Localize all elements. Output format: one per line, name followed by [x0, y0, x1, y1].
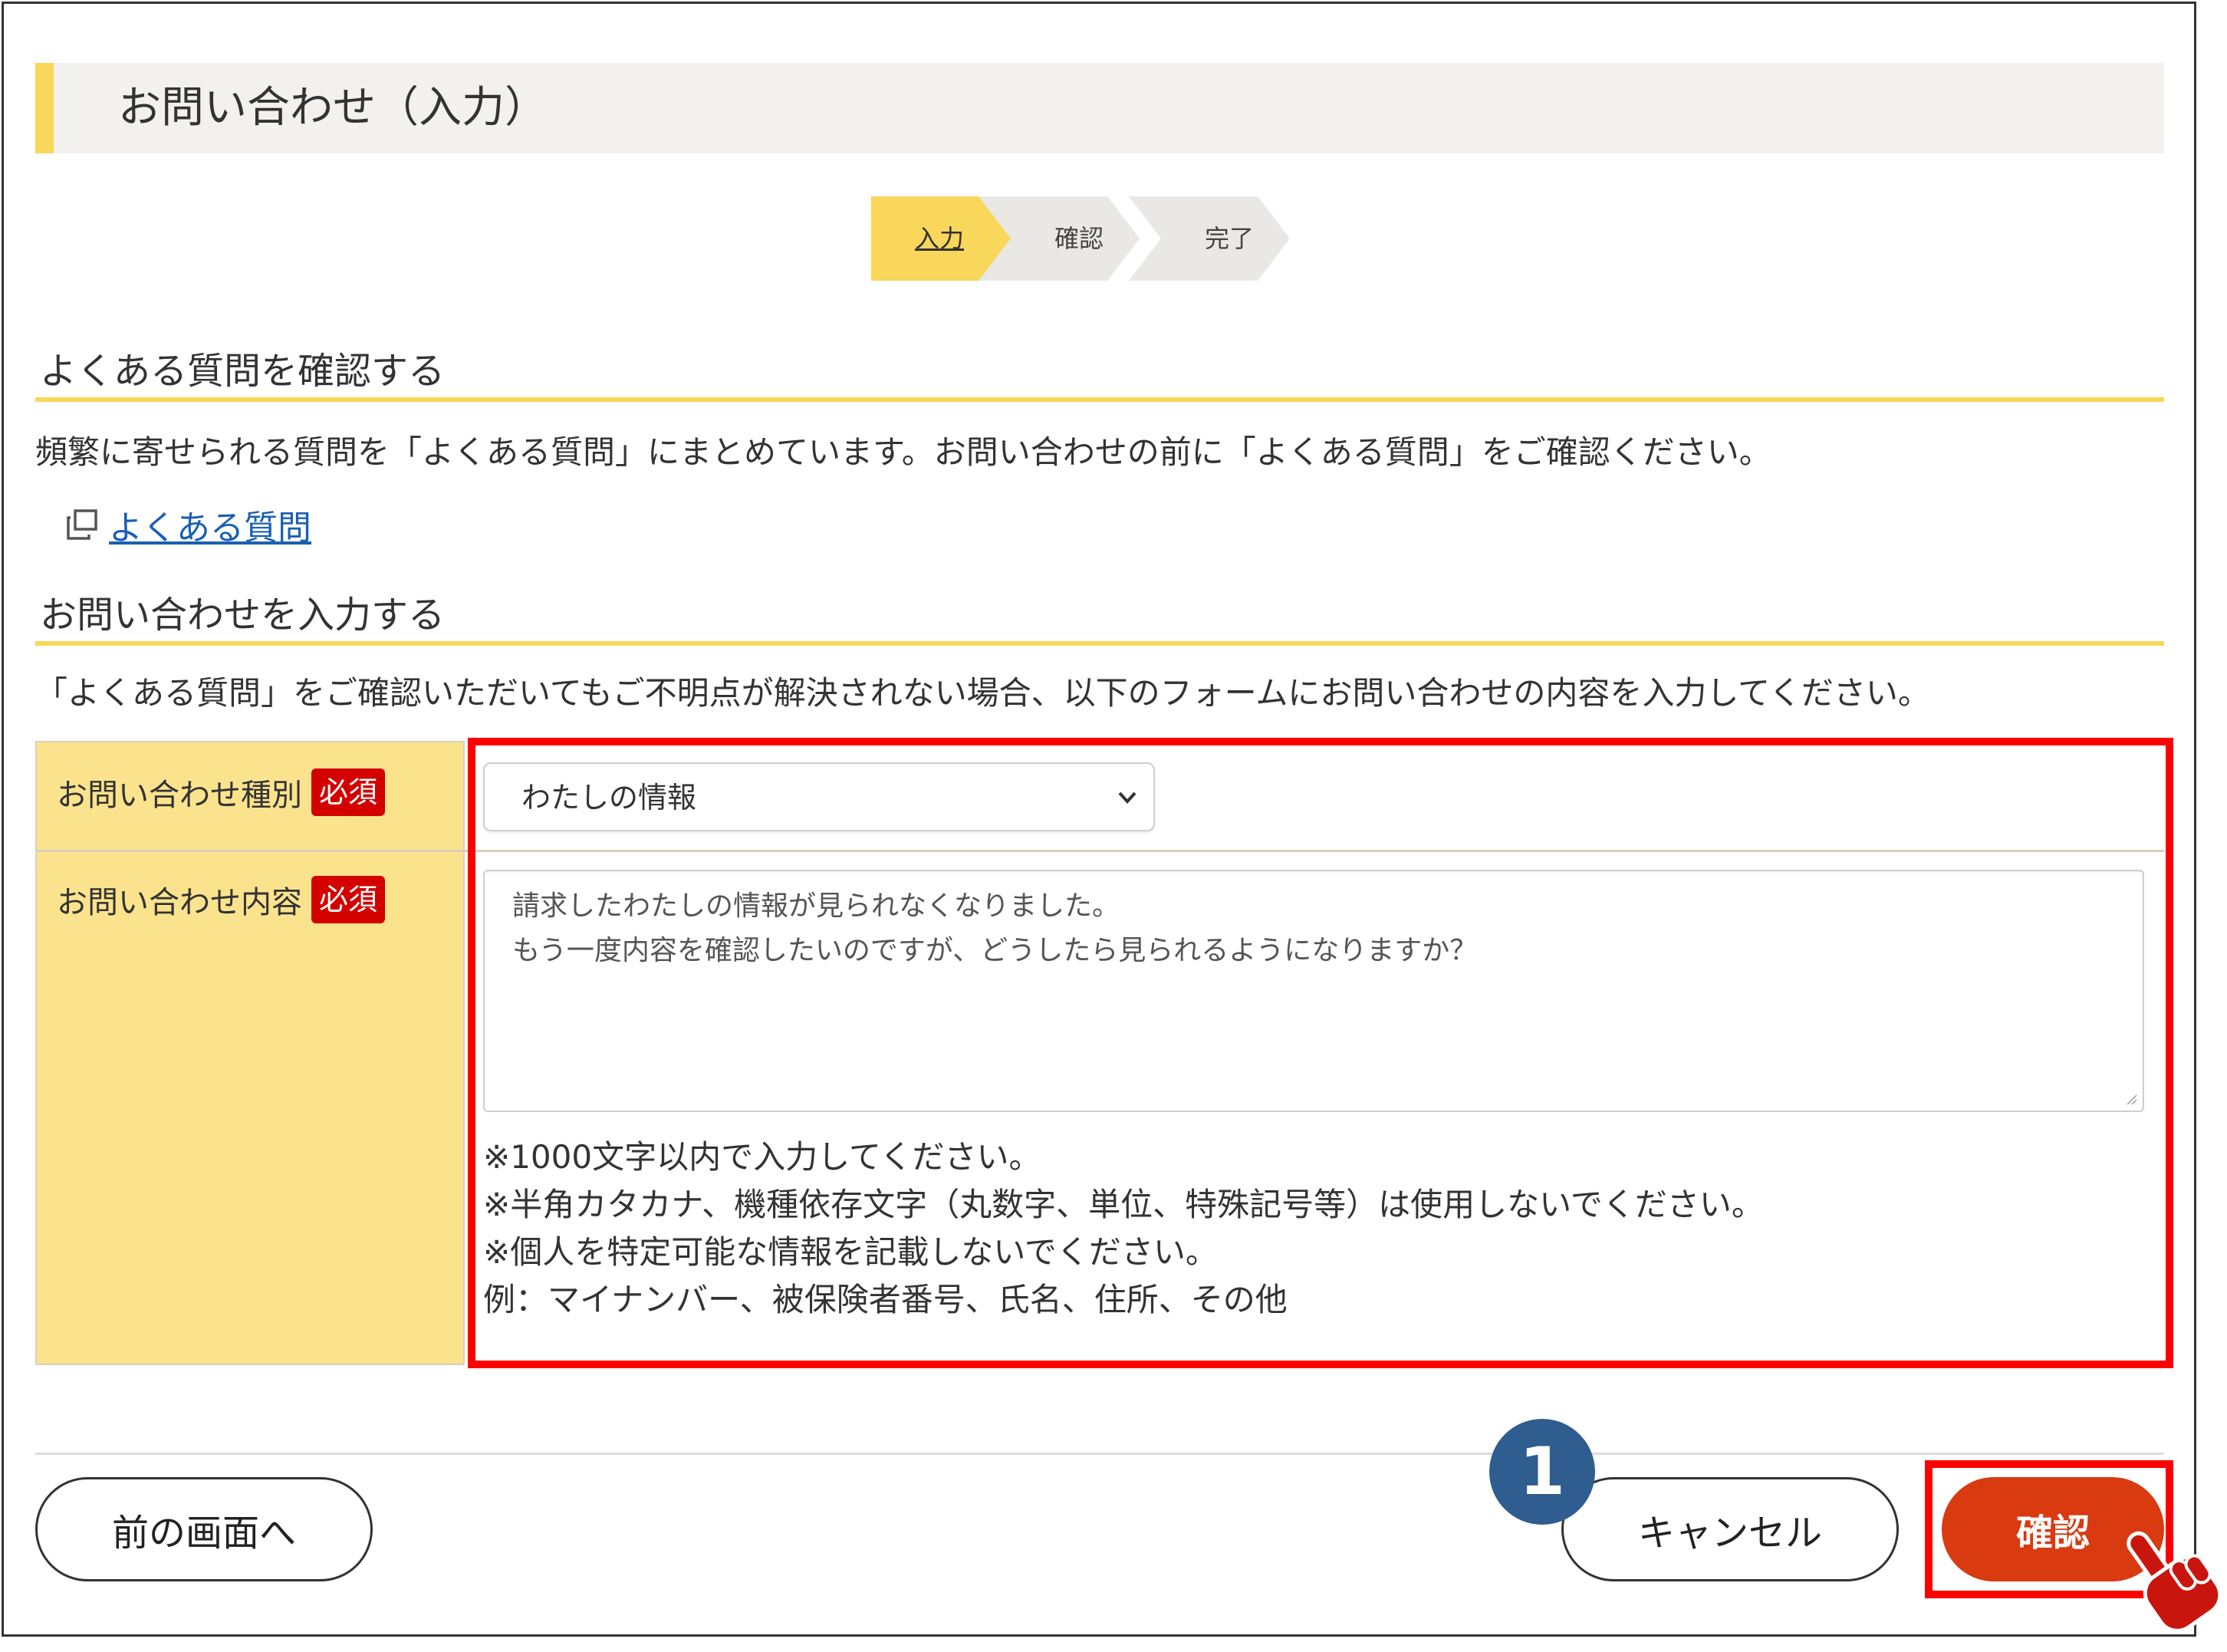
page-title: お問い合わせ（入力） [118, 83, 548, 133]
section-divider [35, 397, 2164, 402]
required-badge: 必須 [311, 876, 386, 923]
inquiry-type-label: お問い合わせ種別 必須 [57, 765, 386, 819]
chevron-down-icon [1118, 791, 1137, 804]
inquiry-content-label: お問い合わせ内容 必須 [57, 873, 386, 926]
inquiry-content-textarea[interactable]: 請求したわたしの情報が見られなくなりました。 もう一度内容を確認したいのですが、… [483, 870, 2144, 1112]
faq-link[interactable]: よくある質問 [66, 502, 311, 548]
step-complete: 完了 [1129, 196, 1290, 281]
step-confirm: 確認 [979, 196, 1140, 281]
textarea-line: もう一度内容を確認したいのですが、どうしたら見られるようになりますか？ [512, 935, 1478, 966]
form-note: ※1000文字以内で入力してください。 [483, 1138, 1041, 1176]
inquiry-description: 「よくある質問」をご確認いただいてもご不明点が解決されない場合、以下のフォームに… [35, 674, 1930, 712]
inquiry-section-heading: お問い合わせを入力する [40, 594, 446, 637]
section-divider [35, 641, 2164, 646]
form-row-divider [35, 850, 2164, 852]
faq-description: 頻繁に寄せられる質問を「よくある質問」にまとめています。お問い合わせの前に「よく… [35, 433, 1771, 471]
form-note: ※半角カタカナ、機種依存文字（丸数字、単位、特殊記号等）は使用しないでください。 [483, 1186, 1764, 1223]
external-window-icon [67, 509, 97, 540]
form-label-column: お問い合わせ種別 必須 お問い合わせ内容 必須 [35, 741, 465, 1365]
inquiry-type-label-text: お問い合わせ種別 [57, 778, 302, 813]
faq-section-heading: よくある質問を確認する [40, 350, 446, 393]
step-number-badge: 1 [1489, 1419, 1595, 1525]
inquiry-type-value: わたしの情報 [521, 781, 697, 814]
page-header: お問い合わせ（入力） [35, 63, 2164, 153]
textarea-line: 請求したわたしの情報が見られなくなりました。 [512, 890, 1120, 922]
cancel-button[interactable]: キャンセル [1561, 1477, 1899, 1581]
required-badge: 必須 [311, 768, 386, 816]
form-note: 例：マイナンバー、被保険者番号、氏名、住所、その他 [483, 1281, 1288, 1318]
step-label: 確認 [1054, 224, 1104, 253]
hand-pointer-icon [2127, 1531, 2219, 1633]
bottom-divider [35, 1453, 2164, 1455]
back-button[interactable]: 前の画面へ [35, 1477, 373, 1581]
form-note: ※個人を特定可能な情報を記載しないでください。 [483, 1233, 1218, 1271]
inquiry-content-label-text: お問い合わせ内容 [57, 885, 302, 920]
inquiry-type-select[interactable]: わたしの情報 [483, 762, 1155, 831]
step-label: 完了 [1204, 224, 1254, 253]
faq-link-label: よくある質問 [109, 508, 311, 548]
resize-grip-icon[interactable] [2126, 1094, 2138, 1106]
